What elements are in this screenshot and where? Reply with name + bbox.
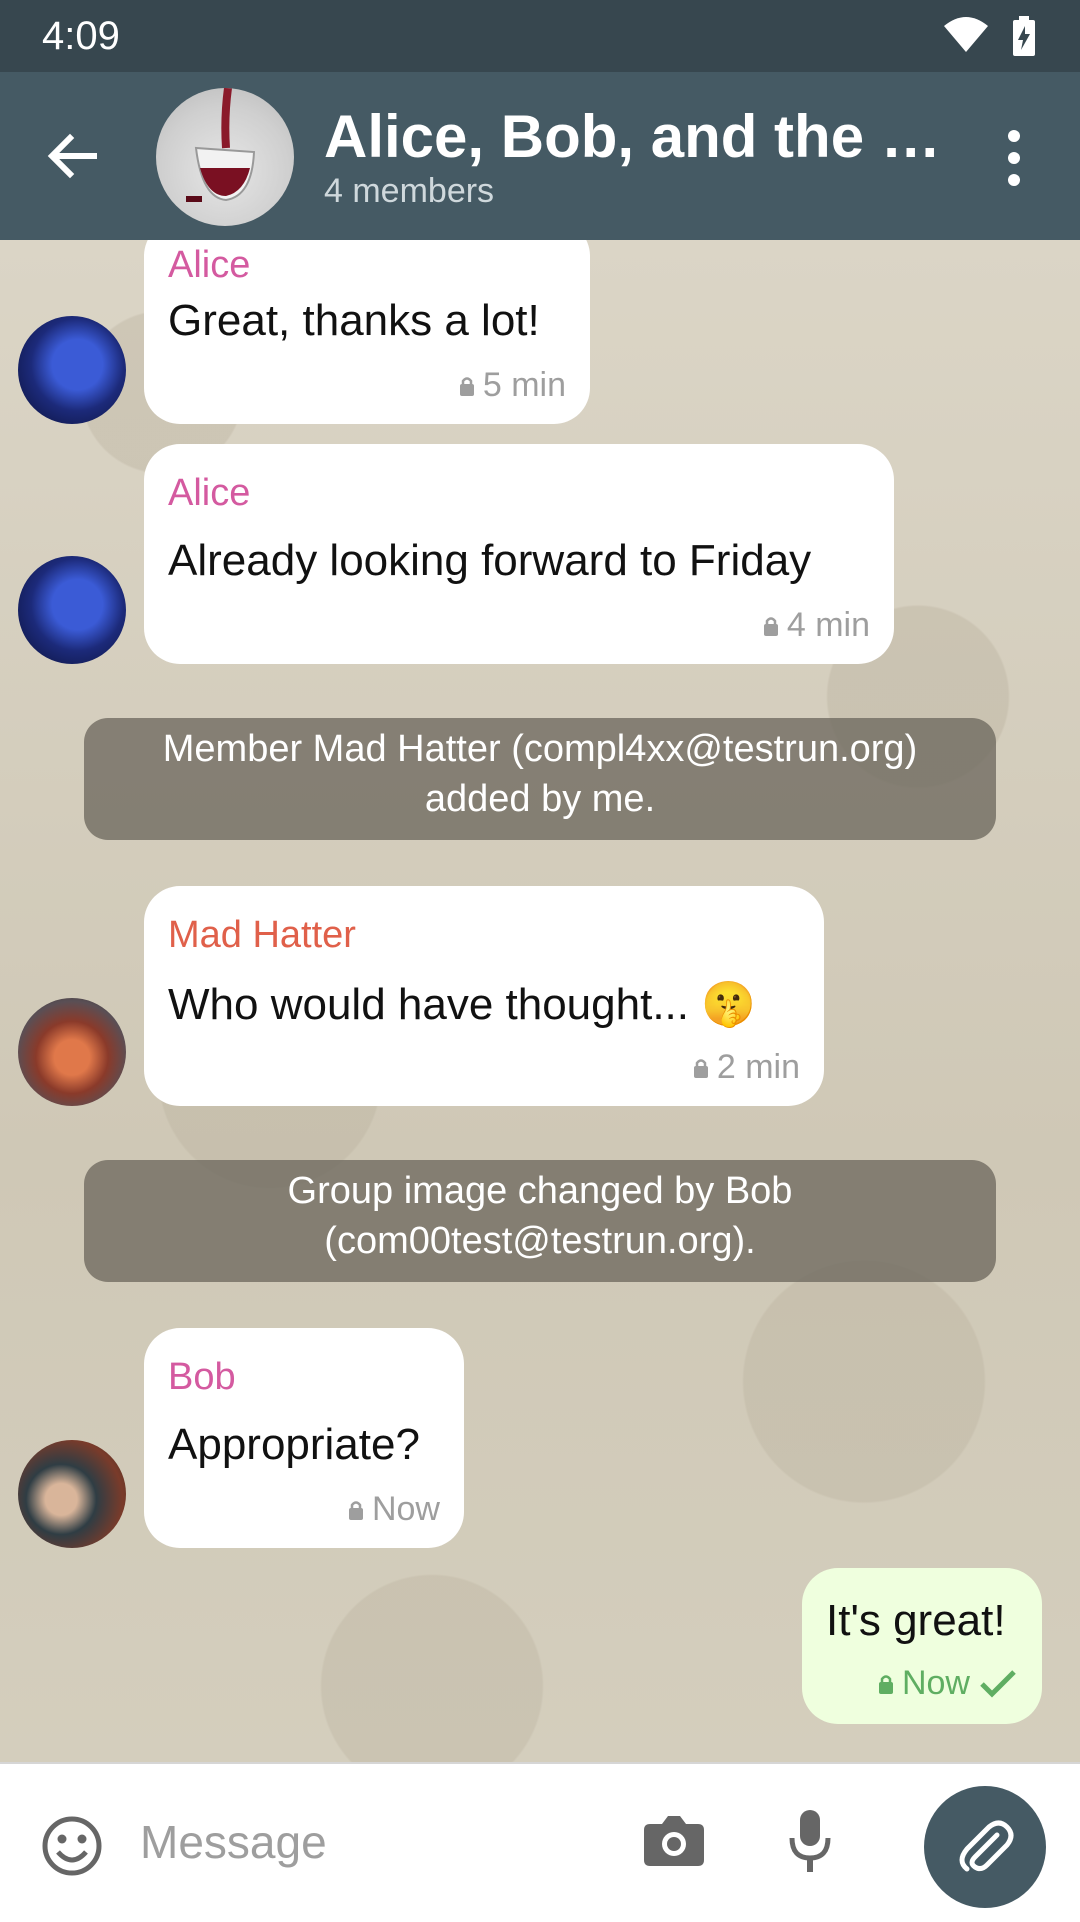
paperclip-icon [959, 1820, 1014, 1872]
message-meta: 5 min [459, 366, 566, 405]
more-vert-icon[interactable] [990, 126, 1038, 190]
outgoing-message-bubble[interactable]: It's great! Now [802, 1568, 1042, 1724]
avatar[interactable] [18, 998, 126, 1106]
status-bar: 4:09 [0, 0, 1080, 72]
message-bubble[interactable]: Alice Great, thanks a lot! 5 min [144, 240, 590, 424]
message-meta: Now [348, 1490, 440, 1529]
message-text: Great, thanks a lot! [168, 296, 540, 345]
message-meta: 2 min [693, 1048, 800, 1087]
lock-icon [348, 1500, 363, 1520]
wifi-icon [944, 16, 988, 59]
system-message-line: Group image changed by Bob [287, 1170, 793, 1212]
message-sender: Alice [168, 472, 251, 514]
message-time: Now [371, 1490, 440, 1528]
chat-subtitle: 4 members [324, 172, 495, 210]
message-sender: Alice [168, 244, 251, 286]
lock-icon [763, 616, 778, 636]
app-bar: Alice, Bob, and the M... 4 members [0, 72, 1080, 240]
message-sender: Mad Hatter [168, 914, 356, 956]
message-bubble[interactable]: Alice Already looking forward to Friday … [144, 444, 894, 664]
camera-icon[interactable] [642, 1812, 706, 1873]
emoji-icon[interactable] [40, 1814, 104, 1883]
message-bubble[interactable]: Bob Appropriate? Now [144, 1328, 464, 1548]
arrow-back-icon[interactable] [40, 124, 104, 188]
system-message: Member Mad Hatter (compl4xx@testrun.org)… [84, 718, 996, 840]
message-list[interactable]: Alice Great, thanks a lot! 5 min Alice A… [0, 240, 1080, 1762]
attach-button[interactable] [924, 1786, 1046, 1908]
message-time: 4 min [786, 606, 870, 644]
message-text: It's great! [826, 1596, 1006, 1645]
checkmark-icon [980, 1669, 1016, 1698]
system-message-line: added by me. [424, 778, 656, 820]
avatar[interactable] [18, 1440, 126, 1548]
message-text: Who would have thought... 🤫 [168, 980, 757, 1029]
message-time: Now [901, 1664, 970, 1702]
battery-charging-icon [1012, 16, 1036, 61]
status-time: 4:09 [42, 14, 120, 58]
system-message-line: (com00test@testrun.org). [324, 1220, 756, 1262]
message-bubble[interactable]: Mad Hatter Who would have thought... 🤫 2… [144, 886, 824, 1106]
lock-icon [878, 1674, 893, 1694]
message-meta: 4 min [763, 606, 870, 645]
chat-title[interactable]: Alice, Bob, and the M... [324, 102, 944, 171]
avatar[interactable] [18, 556, 126, 664]
system-message-line: Member Mad Hatter (compl4xx@testrun.org) [162, 728, 918, 770]
message-text: Appropriate? [168, 1420, 420, 1469]
message-time: 2 min [716, 1048, 800, 1086]
lock-icon [459, 376, 474, 396]
message-composer [0, 1762, 1080, 1922]
system-message: Group image changed by Bob (com00test@te… [84, 1160, 996, 1282]
message-meta: Now [878, 1664, 1018, 1703]
message-sender: Bob [168, 1356, 236, 1398]
avatar[interactable] [18, 316, 126, 424]
message-time: 5 min [482, 366, 566, 404]
group-avatar[interactable] [156, 88, 294, 226]
microphone-icon[interactable] [786, 1808, 834, 1881]
lock-icon [693, 1058, 708, 1078]
message-input[interactable] [138, 1806, 612, 1878]
message-text: Already looking forward to Friday [168, 536, 812, 585]
